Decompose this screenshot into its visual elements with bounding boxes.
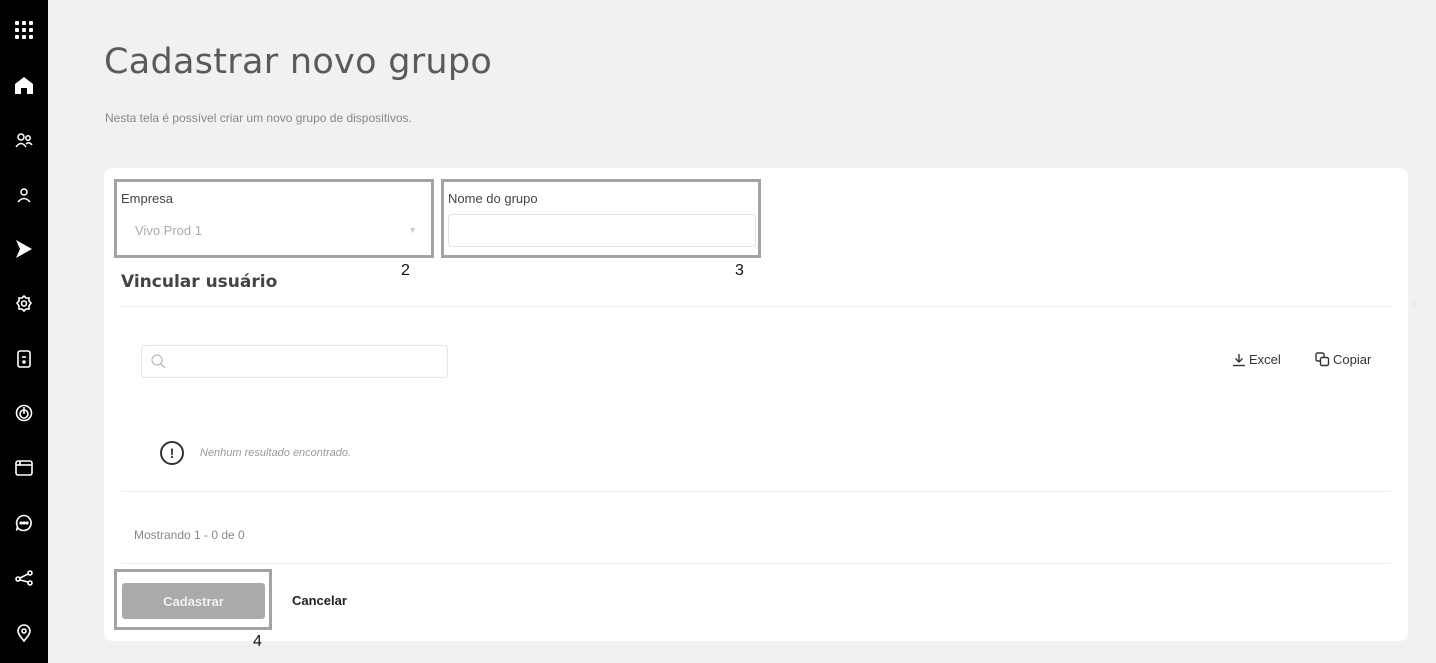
divider: [121, 563, 1391, 564]
window-icon[interactable]: [0, 453, 48, 483]
search-icon: [151, 354, 166, 369]
sidebar: [0, 0, 48, 663]
chevron-right-icon[interactable]: ›: [1412, 296, 1416, 310]
chevron-down-icon: ▼: [408, 225, 417, 235]
copy-label: Copiar: [1333, 352, 1372, 367]
device-icon[interactable]: [0, 344, 48, 374]
annotation-number-group-name: 3: [735, 262, 744, 279]
home-icon[interactable]: [0, 70, 48, 100]
user-search-input[interactable]: [141, 345, 448, 378]
form-card: 2 Empresa Vivo Prod 1 ▼ 3 Nome do grupo …: [104, 168, 1408, 650]
company-label: Empresa: [121, 191, 174, 206]
settings-icon[interactable]: [0, 289, 48, 319]
annotation-number-submit: 4: [253, 633, 262, 650]
excel-label: Excel: [1249, 352, 1281, 367]
alert-circle-icon: !: [160, 441, 184, 465]
download-icon: [1233, 353, 1245, 366]
company-select-value: Vivo Prod 1: [135, 223, 202, 238]
annotation-number-company: 2: [401, 262, 410, 279]
submit-button[interactable]: Cadastrar: [122, 583, 265, 619]
group-name-input[interactable]: [448, 214, 756, 247]
cancel-button[interactable]: Cancelar: [292, 593, 347, 608]
company-select[interactable]: Vivo Prod 1 ▼: [121, 214, 427, 248]
play-icon[interactable]: [0, 234, 48, 264]
users-icon[interactable]: [0, 125, 48, 155]
empty-message: Nenhum resultado encontrado.: [200, 447, 352, 459]
chat-icon[interactable]: [0, 508, 48, 538]
copy-icon: [1315, 352, 1330, 367]
copy-button[interactable]: Copiar: [1315, 352, 1371, 367]
page-subtitle: Nesta tela é possível criar um novo grup…: [105, 111, 412, 125]
excel-button[interactable]: Excel: [1232, 352, 1281, 367]
divider: [121, 306, 1391, 307]
page-title: Cadastrar novo grupo: [104, 42, 493, 82]
target-icon[interactable]: [0, 398, 48, 428]
pagination-info: Mostrando 1 - 0 de 0: [134, 528, 245, 542]
link-users-title: Vincular usuário: [121, 272, 278, 292]
share-icon[interactable]: [0, 563, 48, 593]
location-icon[interactable]: [0, 618, 48, 648]
divider: [121, 491, 1391, 492]
apps-grid-icon[interactable]: [0, 15, 48, 45]
group-name-label: Nome do grupo: [448, 191, 538, 206]
user-icon[interactable]: [0, 180, 48, 210]
